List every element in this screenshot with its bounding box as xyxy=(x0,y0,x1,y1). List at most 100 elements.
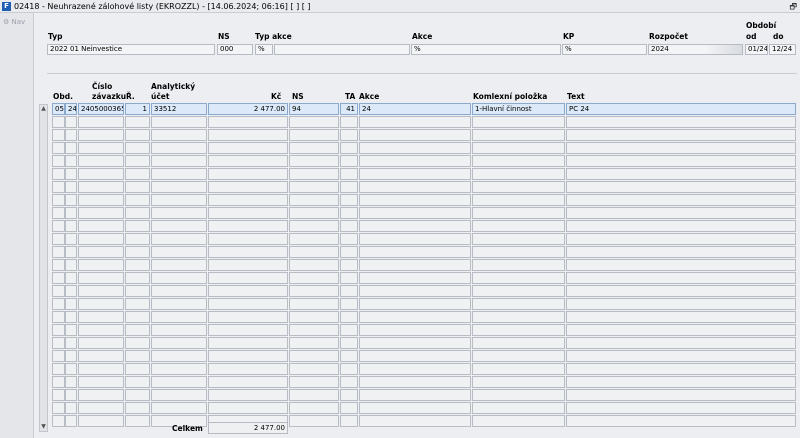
grid-cell[interactable] xyxy=(65,129,77,141)
grid-cell[interactable] xyxy=(359,376,471,388)
grid-cell[interactable] xyxy=(359,220,471,232)
grid-cell[interactable] xyxy=(65,259,77,271)
grid-cell[interactable] xyxy=(208,207,288,219)
grid-cell[interactable] xyxy=(52,311,65,323)
grid-cell[interactable] xyxy=(52,220,65,232)
grid-cell[interactable] xyxy=(340,415,358,427)
grid-cell[interactable] xyxy=(125,324,150,336)
grid-cell[interactable] xyxy=(289,389,339,401)
grid-cell[interactable] xyxy=(472,220,565,232)
grid-cell[interactable] xyxy=(359,402,471,414)
grid-cell[interactable] xyxy=(125,233,150,245)
grid-cell[interactable] xyxy=(359,207,471,219)
grid-cell[interactable] xyxy=(65,207,77,219)
grid-cell[interactable] xyxy=(52,285,65,297)
grid-cell[interactable] xyxy=(208,259,288,271)
grid-cell[interactable] xyxy=(566,207,796,219)
grid-cell[interactable] xyxy=(289,311,339,323)
grid-cell[interactable] xyxy=(78,272,124,284)
grid-cell[interactable] xyxy=(359,337,471,349)
grid-cell[interactable] xyxy=(151,220,207,232)
grid-cell[interactable] xyxy=(340,337,358,349)
grid-cell[interactable] xyxy=(289,259,339,271)
grid-cell[interactable] xyxy=(566,168,796,180)
akce-field[interactable]: % xyxy=(411,44,561,55)
grid-cell[interactable] xyxy=(125,168,150,180)
grid-cell[interactable] xyxy=(359,181,471,193)
grid-cell[interactable] xyxy=(472,181,565,193)
scroll-down-icon[interactable]: ▼ xyxy=(40,423,47,431)
grid-cell[interactable] xyxy=(472,363,565,375)
grid-cell[interactable] xyxy=(566,376,796,388)
grid-cell[interactable] xyxy=(78,337,124,349)
grid-cell[interactable] xyxy=(340,376,358,388)
grid-cell[interactable] xyxy=(472,402,565,414)
cell-ns[interactable]: 94 xyxy=(289,103,339,115)
grid-cell[interactable] xyxy=(340,363,358,375)
grid-cell[interactable] xyxy=(78,129,124,141)
grid-cell[interactable] xyxy=(472,376,565,388)
grid-cell[interactable] xyxy=(208,142,288,154)
grid-cell[interactable] xyxy=(52,142,65,154)
scroll-up-icon[interactable]: ▲ xyxy=(40,105,47,113)
grid-cell[interactable] xyxy=(52,415,65,427)
grid-cell[interactable] xyxy=(125,389,150,401)
grid-cell[interactable] xyxy=(65,246,77,258)
grid-cell[interactable] xyxy=(65,233,77,245)
grid-cell[interactable] xyxy=(359,116,471,128)
grid-cell[interactable] xyxy=(566,415,796,427)
grid-cell[interactable] xyxy=(125,311,150,323)
grid-cell[interactable] xyxy=(125,142,150,154)
cell-komplexni[interactable]: 1-Hlavní činnost xyxy=(472,103,565,115)
grid-cell[interactable] xyxy=(566,389,796,401)
grid-cell[interactable] xyxy=(52,376,65,388)
grid-cell[interactable] xyxy=(151,233,207,245)
grid-cell[interactable] xyxy=(289,207,339,219)
grid-cell[interactable] xyxy=(208,324,288,336)
grid-cell[interactable] xyxy=(472,207,565,219)
grid-cell[interactable] xyxy=(151,168,207,180)
grid-cell[interactable] xyxy=(340,350,358,362)
grid-cell[interactable] xyxy=(289,129,339,141)
grid-cell[interactable] xyxy=(52,181,65,193)
grid-cell[interactable] xyxy=(472,142,565,154)
typ-field[interactable]: 2022 01 Neinvestice xyxy=(47,44,215,55)
grid-cell[interactable] xyxy=(78,207,124,219)
grid-cell[interactable] xyxy=(78,116,124,128)
grid-cell[interactable] xyxy=(52,350,65,362)
grid-cell[interactable] xyxy=(208,376,288,388)
grid-cell[interactable] xyxy=(151,259,207,271)
grid-cell[interactable] xyxy=(151,155,207,167)
grid-cell[interactable] xyxy=(78,363,124,375)
grid-cell[interactable] xyxy=(52,233,65,245)
grid-cell[interactable] xyxy=(78,376,124,388)
grid-cell[interactable] xyxy=(65,415,77,427)
grid-cell[interactable] xyxy=(52,246,65,258)
grid-cell[interactable] xyxy=(472,155,565,167)
grid-cell[interactable] xyxy=(125,220,150,232)
grid-cell[interactable] xyxy=(340,233,358,245)
grid-cell[interactable] xyxy=(340,220,358,232)
grid-cell[interactable] xyxy=(208,363,288,375)
grid-cell[interactable] xyxy=(65,324,77,336)
grid-cell[interactable] xyxy=(472,311,565,323)
grid-cell[interactable] xyxy=(472,350,565,362)
grid-cell[interactable] xyxy=(65,311,77,323)
grid-cell[interactable] xyxy=(78,168,124,180)
grid-cell[interactable] xyxy=(359,298,471,310)
grid-cell[interactable] xyxy=(359,311,471,323)
grid-cell[interactable] xyxy=(78,389,124,401)
grid-cell[interactable] xyxy=(359,142,471,154)
grid-cell[interactable] xyxy=(151,298,207,310)
grid-cell[interactable] xyxy=(566,246,796,258)
grid-cell[interactable] xyxy=(52,129,65,141)
grid-cell[interactable] xyxy=(151,116,207,128)
grid-cell[interactable] xyxy=(340,155,358,167)
grid-cell[interactable] xyxy=(65,168,77,180)
grid-cell[interactable] xyxy=(566,220,796,232)
grid-cell[interactable] xyxy=(52,207,65,219)
grid-cell[interactable] xyxy=(566,155,796,167)
grid-cell[interactable] xyxy=(78,350,124,362)
grid-cell[interactable] xyxy=(125,259,150,271)
grid-cell[interactable] xyxy=(125,298,150,310)
